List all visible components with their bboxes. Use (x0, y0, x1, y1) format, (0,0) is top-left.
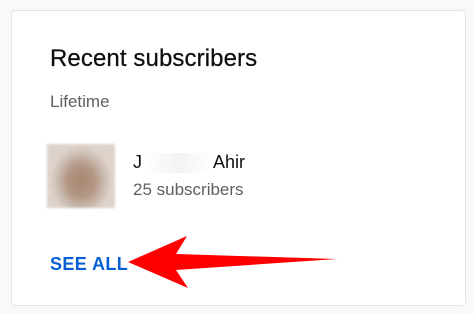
redacted-name-block (144, 152, 212, 173)
subscriber-name[interactable]: J Ahir (133, 152, 245, 173)
avatar[interactable] (47, 144, 115, 208)
subscriber-count: 25 subscribers (133, 180, 244, 199)
card-title: Recent subscribers (50, 45, 258, 72)
subscriber-list-item[interactable]: J Ahir 25 subscribers (47, 144, 447, 208)
card-subtitle: Lifetime (50, 92, 110, 111)
see-all-button[interactable]: SEE ALL (50, 254, 128, 275)
subscriber-name-suffix: Ahir (213, 152, 246, 172)
recent-subscribers-card: Recent subscribers Lifetime J Ahir 25 su… (11, 10, 466, 306)
subscriber-name-prefix: J (133, 152, 142, 172)
